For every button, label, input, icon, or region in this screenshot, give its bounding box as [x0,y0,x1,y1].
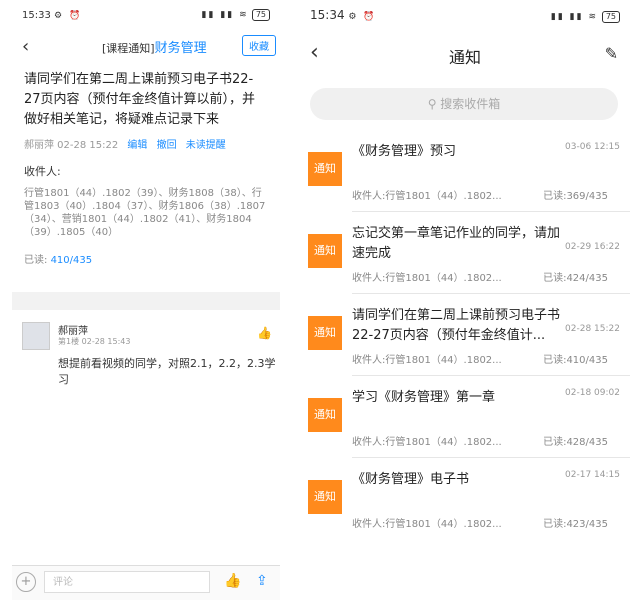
notice-message: 请同学们在第二周上课前预习电子书22-27页内容（预付年金终值计算以前），并做好… [24,72,256,127]
divider [12,292,280,310]
status-time: 15:33 [22,9,51,21]
signal-icon: ▮▮ ▮▮ ≋ [201,10,249,20]
nav-bar: ‹ [课程通知]财务管理 收藏 [12,30,280,62]
notice-recipients: 收件人:行管1801（44）.1802... [352,191,502,202]
comment-author: 郝丽萍 [58,326,88,337]
notice-tag-icon: 通知 [308,316,342,350]
list-item[interactable]: 通知 《财务管理》预习 03-06 12:15 收件人:行管1801（44）.1… [300,130,630,212]
read-label: 已读: [24,255,48,266]
avatar [22,322,50,350]
notice-title: 忘记交第一章笔记作业的同学，请加速完成 [352,226,561,261]
notice-title: 请同学们在第二周上课前预习电子书22-27页内容（预付年金终值计... [352,308,561,343]
list-item[interactable]: 通知 学习《财务管理》第一章 02-18 09:02 收件人:行管1801（44… [300,376,630,458]
notice-read: 已读:423/435 [543,519,608,530]
status-icons: ⚙ ⏰ [348,12,377,22]
list-item[interactable]: 通知 《财务管理》电子书 02-17 14:15 收件人:行管1801（44）.… [300,458,630,540]
edit-link[interactable]: 编辑 [127,140,147,151]
title-prefix: [课程通知] [102,41,155,55]
search-input[interactable]: ⚲ 搜索收件箱 [310,88,618,120]
read-count[interactable]: 已读: 410/435 [24,251,268,266]
notice-read: 已读:424/435 [543,273,608,284]
notice-read: 已读:410/435 [543,355,608,366]
notice-detail-screen: 15:33 ⚙ ⏰ ▮▮ ▮▮ ≋ 75 ‹ [课程通知]财务管理 收藏 请同学… [12,0,280,600]
page-title: 通知 [448,48,481,67]
compose-icon[interactable]: ✎ [605,44,618,63]
notice-meta: 郝丽萍 02-28 15:22 编辑 撤回 未读提醒 [24,136,268,151]
list-item[interactable]: 通知 请同学们在第二周上课前预习电子书22-27页内容（预付年金终值计... 0… [300,294,630,376]
notice-title: 学习《财务管理》第一章 [352,390,496,405]
notice-time: 03-06 12:15 [565,142,620,152]
notice-recipients: 收件人:行管1801（44）.1802... [352,437,502,448]
notice-title: 《财务管理》电子书 [352,472,470,487]
back-icon[interactable]: ‹ [22,36,29,57]
notice-time: 02-28 15:22 [565,324,620,334]
notice-recipients: 收件人:行管1801（44）.1802... [352,519,502,530]
comment-info: 第1楼 02-28 15:43 [58,337,131,346]
notice-list: 通知 《财务管理》预习 03-06 12:15 收件人:行管1801（44）.1… [300,130,630,540]
comment-item: 郝丽萍 第1楼 02-28 15:43 想提前看视频的同学，对照2.1，2.2，… [12,316,280,406]
status-bar: 15:34 ⚙ ⏰ ▮▮ ▮▮ ≋ 75 [300,0,630,30]
notice-tag-icon: 通知 [308,480,342,514]
recipients-label: 收件人: [24,165,61,178]
status-bar: 15:33 ⚙ ⏰ ▮▮ ▮▮ ≋ 75 [12,0,280,30]
author-time: 郝丽萍 02-28 15:22 [24,140,119,151]
signal-icon: ▮▮ ▮▮ ≋ [550,11,598,22]
comment-input[interactable]: 评论 [44,571,210,593]
notice-tag-icon: 通知 [308,152,342,186]
notice-tag-icon: 通知 [308,234,342,268]
status-icons: ⚙ ⏰ [54,10,83,21]
recipients-list: 行管1801（44）.1802（39）、财务1808（38）、行管1803（40… [24,188,266,238]
collect-button[interactable]: 收藏 [242,35,276,56]
search-placeholder: 搜索收件箱 [440,97,501,111]
unread-remind-link[interactable]: 未读提醒 [186,140,226,151]
recall-link[interactable]: 撤回 [157,140,177,151]
add-icon[interactable]: + [16,572,36,592]
read-value: 410/435 [50,255,93,266]
battery-icon: 75 [251,9,270,21]
notice-time: 02-17 14:15 [565,470,620,480]
battery-icon: 75 [601,10,620,23]
nav-bar: ‹ 通知 ✎ [300,30,630,80]
thumbs-up-icon[interactable]: 👍 [224,573,241,589]
notice-list-screen: 15:34 ⚙ ⏰ ▮▮ ▮▮ ≋ 75 ‹ 通知 ✎ ⚲ 搜索收件箱 通知 《… [300,0,630,598]
page-title: [课程通知]财务管理 [102,37,207,56]
comment-bar: + 评论 👍 ⇪ [12,565,280,600]
notice-body: 请同学们在第二周上课前预习电子书22-27页内容（预付年金终值计算以前），并做好… [12,62,280,266]
notice-recipients: 收件人:行管1801（44）.1802... [352,355,502,366]
notice-time: 02-29 16:22 [565,242,620,252]
list-item[interactable]: 通知 忘记交第一章笔记作业的同学，请加速完成 02-29 16:22 收件人:行… [300,212,630,294]
notice-recipients: 收件人:行管1801（44）.1802... [352,273,502,284]
notice-title: 《财务管理》预习 [352,144,457,159]
status-time: 15:34 [310,8,345,22]
comment-text: 想提前看视频的同学，对照2.1，2.2，2.3学习 [58,357,276,386]
notice-read: 已读:369/435 [543,191,608,202]
notice-tag-icon: 通知 [308,398,342,432]
notice-time: 02-18 09:02 [565,388,620,398]
like-icon[interactable]: 👍 [257,326,272,340]
search-icon: ⚲ [427,97,441,111]
course-name: 财务管理 [154,40,207,56]
notice-read: 已读:428/435 [543,437,608,448]
share-icon[interactable]: ⇪ [256,573,268,589]
